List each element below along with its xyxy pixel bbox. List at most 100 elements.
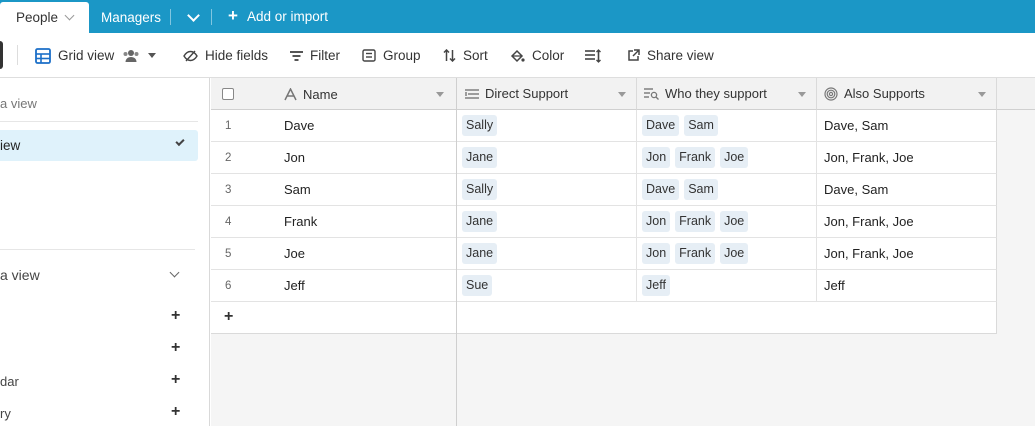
add-row-button[interactable]: + <box>211 302 457 334</box>
linked-record-pill[interactable]: Sally <box>462 115 498 136</box>
name-cell[interactable]: Joe <box>277 238 456 269</box>
table-row[interactable]: Sally Dave Sam Dave, Sam <box>457 110 997 142</box>
view-toolbar: Grid view Hide fields Filter Group Sort … <box>0 33 1035 78</box>
row-number-cell[interactable]: 1 <box>211 110 284 141</box>
chevron-down-icon[interactable] <box>64 10 75 21</box>
table-row[interactable]: Jane Jon Frank Joe Jon, Frank, Joe <box>457 238 997 270</box>
caret-down-icon[interactable] <box>436 92 444 97</box>
linked-record-pill[interactable]: Sally <box>462 179 498 200</box>
sidebar-toggle-button[interactable] <box>0 41 3 69</box>
row-height-button[interactable] <box>585 33 608 78</box>
table-row[interactable]: Jane Jon Frank Joe Jon, Frank, Joe <box>457 206 997 238</box>
name-cell[interactable]: Jeff <box>277 270 456 301</box>
row-number-cell[interactable]: 2 <box>211 142 284 173</box>
table-row[interactable]: 4 Frank <box>211 206 457 238</box>
who-they-support-cell[interactable]: Dave Sam <box>637 174 817 205</box>
who-they-support-cell[interactable]: Jeff <box>637 270 817 301</box>
direct-support-cell[interactable]: Jane <box>457 238 637 269</box>
table-row[interactable]: Sally Dave Sam Dave, Sam <box>457 174 997 206</box>
column-header-direct-support[interactable]: Direct Support <box>457 78 637 110</box>
caret-down-icon[interactable] <box>618 92 626 97</box>
also-supports-cell[interactable]: Dave, Sam <box>817 110 997 141</box>
also-supports-cell[interactable]: Jon, Frank, Joe <box>817 206 997 237</box>
who-they-support-cell[interactable]: Jon Frank Joe <box>637 206 817 237</box>
name-cell[interactable]: Sam <box>277 174 456 205</box>
linked-record-pill[interactable]: Jane <box>462 211 498 232</box>
who-they-support-cell[interactable]: Jon Frank Joe <box>637 238 817 269</box>
tab-people[interactable]: People <box>0 2 89 33</box>
sort-icon <box>443 49 456 62</box>
share-view-label: Share view <box>647 48 714 63</box>
table-row[interactable]: 1 Dave <box>211 110 457 142</box>
tab-managers[interactable]: Managers <box>101 0 161 33</box>
share-view-button[interactable]: Share view <box>627 33 714 78</box>
select-all-checkbox[interactable] <box>222 88 234 100</box>
table-row[interactable]: 6 Jeff <box>211 270 457 302</box>
find-view-input[interactable]: a view <box>0 96 37 111</box>
column-header-also-supports[interactable]: Also Supports <box>817 78 997 110</box>
sidebar-item-grid-view[interactable]: iew <box>0 130 198 161</box>
row-number-cell[interactable]: 3 <box>211 174 284 205</box>
column-header-who-they-support[interactable]: Who they support <box>637 78 817 110</box>
add-row-extension[interactable] <box>457 302 997 334</box>
checkmark-icon <box>175 136 185 147</box>
hide-fields-button[interactable]: Hide fields <box>183 33 268 78</box>
create-view-option[interactable]: + <box>0 307 190 328</box>
toolbar-divider <box>17 45 18 65</box>
caret-down-icon[interactable] <box>798 92 806 97</box>
plus-icon[interactable]: + <box>171 403 180 421</box>
create-view-option[interactable]: + <box>0 339 190 360</box>
direct-support-cell[interactable]: Sally <box>457 110 637 141</box>
linked-record-pill[interactable]: Sue <box>462 275 493 296</box>
direct-support-cell[interactable]: Jane <box>457 206 637 237</box>
linked-record-pill[interactable]: Jane <box>462 147 498 168</box>
group-button[interactable]: Group <box>362 33 421 78</box>
column-header-name[interactable]: Name <box>284 78 454 110</box>
chevron-down-icon[interactable] <box>169 267 180 278</box>
direct-support-cell[interactable]: Sally <box>457 174 637 205</box>
color-button[interactable]: Color <box>510 33 564 78</box>
caret-down-icon[interactable] <box>978 92 986 97</box>
plus-icon[interactable]: + <box>171 307 180 325</box>
table-row[interactable]: Sue Jeff Jeff <box>457 270 997 302</box>
create-view-header[interactable]: a view <box>0 267 40 283</box>
row-number-cell[interactable]: 5 <box>211 238 284 269</box>
also-supports-cell[interactable]: Dave, Sam <box>817 174 997 205</box>
rollup-value: Jeff <box>824 278 845 293</box>
column-header-label: Who they support <box>665 86 767 101</box>
name-cell[interactable]: Dave <box>277 110 456 141</box>
table-row[interactable]: Jane Jon Frank Joe Jon, Frank, Joe <box>457 142 997 174</box>
row-number-cell[interactable]: 4 <box>211 206 284 237</box>
row-number-cell[interactable]: 6 <box>211 270 284 301</box>
add-field-header[interactable] <box>997 78 1035 110</box>
who-they-support-cell[interactable]: Jon Frank Joe <box>637 142 817 173</box>
also-supports-cell[interactable]: Jon, Frank, Joe <box>817 142 997 173</box>
add-or-import-button[interactable]: + Add or import <box>228 0 328 33</box>
name-value: Joe <box>284 246 305 261</box>
sort-button[interactable]: Sort <box>443 33 488 78</box>
chevron-down-icon[interactable] <box>186 10 200 24</box>
name-cell[interactable]: Jon <box>277 142 456 173</box>
create-view-option-gallery[interactable]: ry + <box>0 403 190 424</box>
linked-record-pill[interactable]: Jane <box>462 243 498 264</box>
also-supports-cell[interactable]: Jeff <box>817 270 997 301</box>
table-row[interactable]: 2 Jon <box>211 142 457 174</box>
also-supports-cell[interactable]: Jon, Frank, Joe <box>817 238 997 269</box>
rollup-value: Jon, Frank, Joe <box>824 214 914 229</box>
rollup-field-icon <box>824 86 838 101</box>
direct-support-cell[interactable]: Jane <box>457 142 637 173</box>
create-view-option-calendar[interactable]: dar + <box>0 371 190 392</box>
name-cell[interactable]: Frank <box>277 206 456 237</box>
table-row[interactable]: 5 Joe <box>211 238 457 270</box>
plus-icon[interactable]: + <box>171 339 180 357</box>
who-they-support-cell[interactable]: Dave Sam <box>637 110 817 141</box>
plus-icon: + <box>228 5 238 25</box>
direct-support-cell[interactable]: Sue <box>457 270 637 301</box>
table-row[interactable]: 3 Sam <box>211 174 457 206</box>
plus-icon[interactable]: + <box>171 371 180 389</box>
filter-button[interactable]: Filter <box>290 33 340 78</box>
view-switcher-button[interactable]: Grid view <box>35 33 157 78</box>
lookup-value-pill: Dave <box>642 179 680 200</box>
frozen-column-divider[interactable] <box>456 78 457 426</box>
lookup-value-pill: Jon <box>642 211 671 232</box>
